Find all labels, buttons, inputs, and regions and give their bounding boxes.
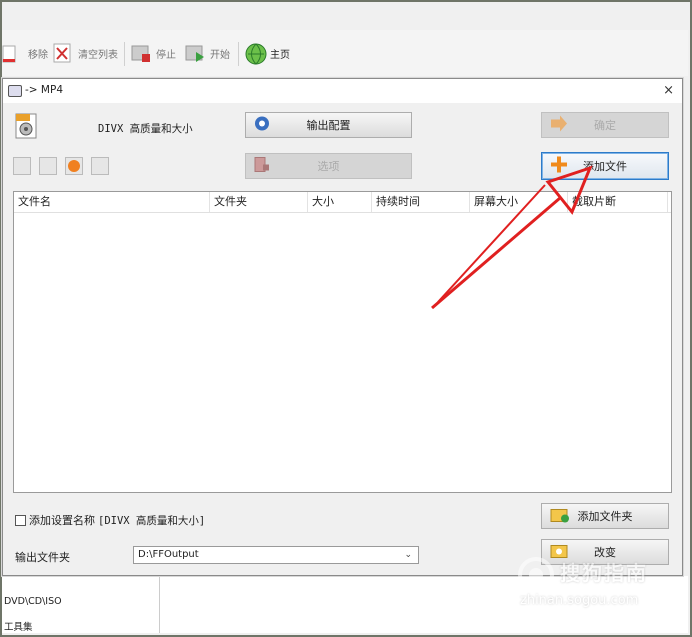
dialog-title: -> MP4: [25, 84, 63, 96]
output-config-label: 输出配置: [306, 119, 351, 132]
clear-list-label: 清空列表: [78, 49, 118, 61]
add-folder-button[interactable]: 添加文件夹: [541, 503, 669, 529]
options-label: 选项: [317, 160, 340, 173]
column-size[interactable]: 大小: [308, 192, 372, 212]
start-label: 开始: [210, 49, 230, 61]
film-icon: [254, 157, 270, 176]
clear-list-button[interactable]: 清空列表: [52, 40, 118, 66]
folder-open-icon: [550, 543, 570, 562]
toolbar-separator: [238, 42, 239, 66]
column-folder[interactable]: 文件夹: [210, 192, 308, 212]
output-folder-value: D:\FFOutput: [138, 549, 199, 560]
clip-icon[interactable]: [13, 157, 31, 175]
list-header: 文件名 文件夹 大小 持续时间 屏幕大小 截取片断: [14, 192, 671, 213]
dialog-titlebar: -> MP4 ×: [3, 79, 682, 103]
settings-icon: [254, 116, 270, 135]
background-file-list: [160, 576, 688, 633]
stop-button[interactable]: 停止: [130, 40, 176, 66]
add-setting-name-value: [DIVX 高质量和大小]: [98, 514, 206, 527]
remove-button[interactable]: 移除: [2, 40, 48, 66]
output-folder-label: 输出文件夹: [15, 551, 70, 564]
start-button[interactable]: 开始: [184, 40, 230, 66]
add-file-button[interactable]: 添加文件: [541, 152, 669, 180]
main-toolbar: 移除 清空列表 停止 开始 主页: [2, 30, 688, 76]
change-button[interactable]: 改变: [541, 539, 669, 565]
chevron-down-icon: ⌄: [404, 550, 412, 560]
remove-label: 移除: [28, 49, 48, 61]
app-icon: [8, 85, 22, 97]
arrow-right-icon: [550, 115, 568, 135]
column-screen-size[interactable]: 屏幕大小: [470, 192, 568, 212]
sidebar-item-tools[interactable]: 工具集: [4, 619, 33, 633]
add-setting-name-row: 添加设置名称 [DIVX 高质量和大小]: [15, 512, 205, 528]
delete-icon[interactable]: [39, 157, 57, 175]
info-icon[interactable]: [91, 157, 109, 175]
folder-add-icon: [550, 507, 570, 526]
column-filename[interactable]: 文件名: [14, 192, 210, 212]
home-label: 主页: [270, 49, 290, 61]
add-setting-name-checkbox[interactable]: [15, 514, 26, 526]
start-icon: [184, 42, 206, 64]
toolbar-separator: [124, 42, 125, 66]
column-duration[interactable]: 持续时间: [372, 192, 470, 212]
output-config-button[interactable]: 输出配置: [245, 112, 412, 138]
column-clip[interactable]: 截取片断: [568, 192, 668, 212]
output-folder-select[interactable]: D:\FFOutput ⌄: [133, 546, 419, 564]
background-sidebar: DVD\CD\ISO 工具集: [2, 576, 160, 633]
stop-label: 停止: [156, 49, 176, 61]
ok-button[interactable]: 确定: [541, 112, 669, 138]
stop-icon: [130, 42, 152, 64]
play-icon[interactable]: [65, 157, 83, 175]
home-globe-icon: [244, 42, 267, 65]
add-setting-name-label: 添加设置名称: [29, 514, 95, 527]
mp4-file-icon: [15, 113, 37, 139]
convert-dialog: -> MP4 × DIVX 高质量和大小 输出配置 确定 选项 添加文件 文件名…: [2, 78, 683, 576]
remove-icon: [2, 42, 24, 64]
sidebar-item-dvd[interactable]: DVD\CD\ISO: [4, 596, 62, 607]
add-file-label: 添加文件: [583, 160, 627, 173]
ok-label: 确定: [594, 119, 616, 132]
file-list[interactable]: 文件名 文件夹 大小 持续时间 屏幕大小 截取片断: [13, 191, 672, 493]
change-label: 改变: [594, 546, 616, 559]
options-button[interactable]: 选项: [245, 153, 412, 179]
home-button[interactable]: 主页: [244, 40, 290, 66]
clear-icon: [52, 42, 74, 64]
plus-icon: [550, 156, 568, 177]
close-button[interactable]: ×: [663, 83, 674, 98]
add-folder-label: 添加文件夹: [577, 510, 633, 523]
profile-label: DIVX 高质量和大小: [98, 123, 193, 135]
